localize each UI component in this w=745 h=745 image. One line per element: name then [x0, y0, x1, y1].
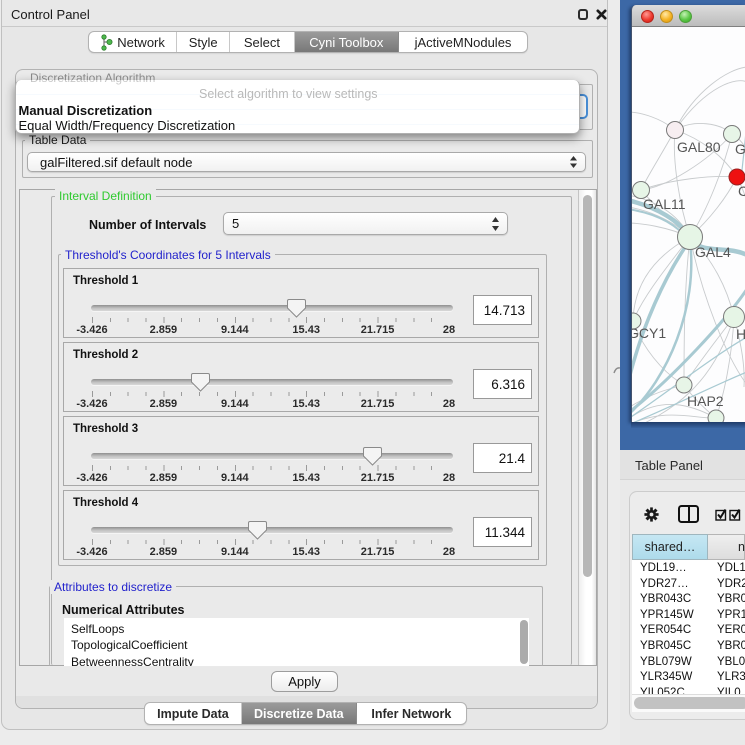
svg-text:GAL11: GAL11: [643, 196, 686, 212]
svg-text:HAP2: HAP2: [687, 393, 724, 409]
svg-text:H: H: [736, 326, 745, 342]
svg-text:GCY1: GCY1: [632, 325, 666, 341]
svg-text:GAL80: GAL80: [677, 139, 721, 155]
svg-text:GA: GA: [735, 141, 745, 157]
svg-text:GAL4: GAL4: [695, 244, 731, 260]
svg-text:C: C: [738, 183, 745, 199]
